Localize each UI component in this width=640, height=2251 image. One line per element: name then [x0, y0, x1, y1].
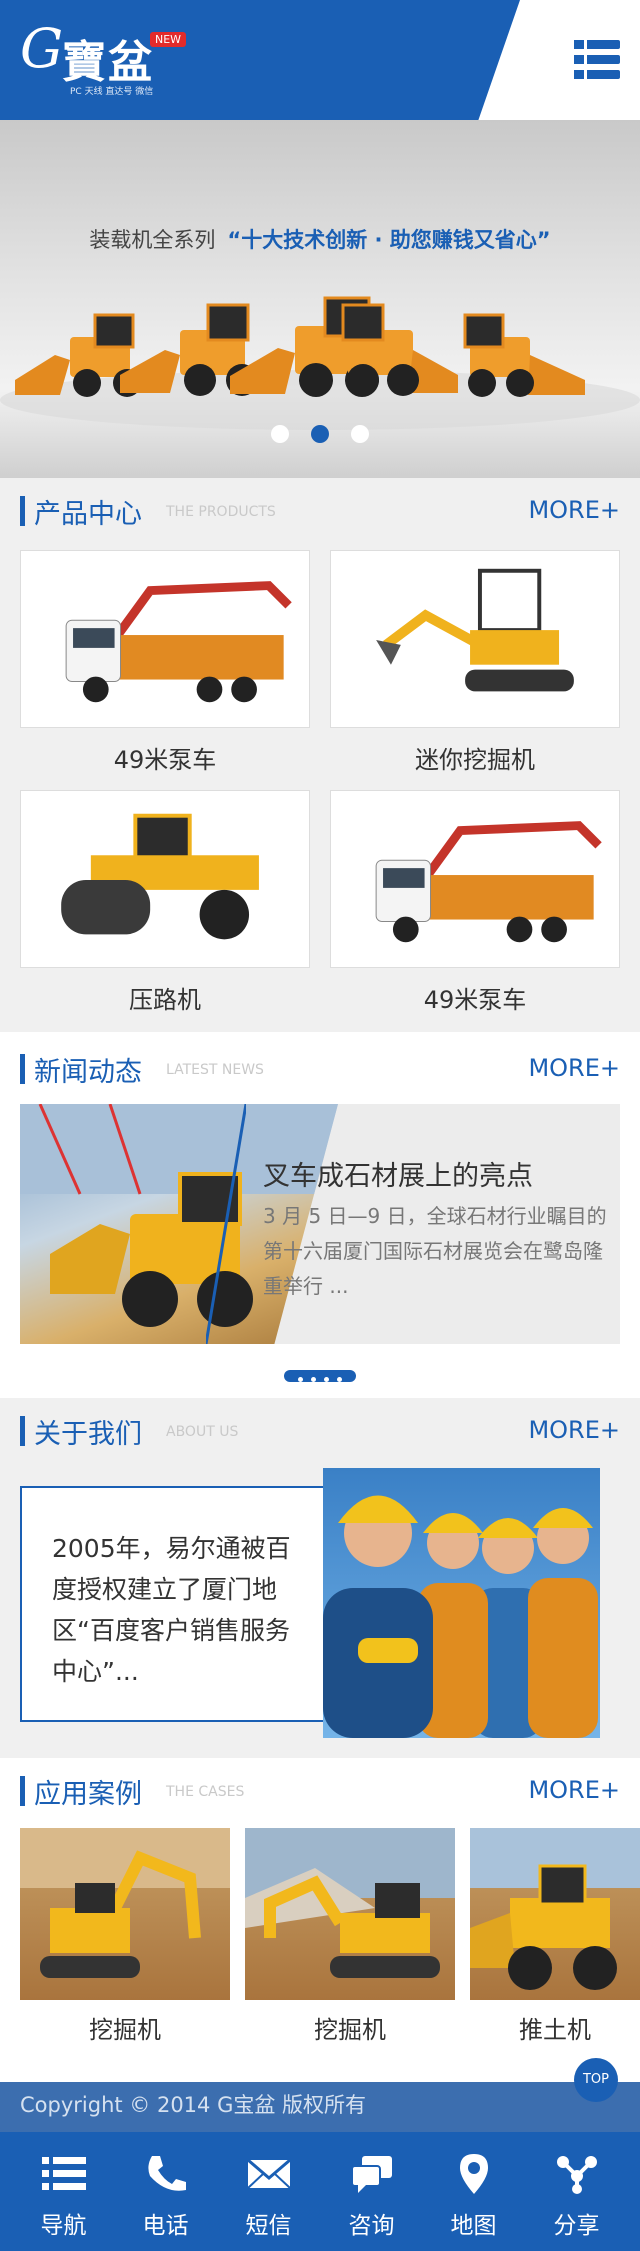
nav-item-guide[interactable]: 导航: [12, 2132, 115, 2251]
product-card[interactable]: [20, 550, 310, 728]
case-label: 挖掘机: [314, 2016, 386, 2044]
news-summary: 3 月 5 日—9 日，全球石材行业瞩目的第十六届厦门国际石材展览会在鹭岛隆重举…: [263, 1204, 607, 1298]
product-label: 压路机: [129, 986, 201, 1014]
cases-section: 应用案例 THE CASES MORE+ 挖掘机 挖掘机 推土机: [0, 1758, 640, 2082]
menu-icon[interactable]: [574, 40, 620, 80]
more-link[interactable]: MORE+: [528, 496, 620, 524]
workers-photo: [323, 1468, 600, 1738]
copyright: Copyright © 2014 G宝盆 版权所有: [0, 2082, 640, 2132]
section-subtitle: LATEST NEWS: [166, 1062, 264, 1078]
nav-label: 短信: [245, 2213, 292, 2239]
map-pin-icon: [460, 2154, 488, 2194]
more-link[interactable]: MORE+: [528, 1416, 620, 1444]
carousel-dots: [0, 425, 640, 447]
nav-label: 电话: [142, 2213, 189, 2239]
envelope-icon: [247, 2158, 291, 2189]
about-section: 关于我们 ABOUT US MORE+ 2005年，易尔通被百度授权建立了厦门地…: [0, 1398, 640, 1758]
logo-name: 寶盆: [62, 37, 154, 88]
nav-label: 咨询: [348, 2213, 395, 2239]
section-title: 产品中心: [34, 499, 142, 530]
share-icon: [557, 2156, 597, 2194]
section-title: 应用案例: [34, 1779, 142, 1810]
news-header: 新闻动态 LATEST NEWS MORE+: [20, 1050, 620, 1090]
list-icon: [42, 2157, 86, 2190]
new-badge: NEW: [150, 32, 187, 47]
section-title: 新闻动态: [34, 1057, 142, 1088]
header: G 寶盆 NEW PC 天线 直达号 微信: [0, 0, 640, 120]
pump-truck-image: [375, 821, 602, 943]
nav-item-consult[interactable]: 咨询: [320, 2132, 423, 2251]
cases-header: 应用案例 THE CASES MORE+: [20, 1772, 620, 1812]
products-section: 产品中心 THE PRODUCTS MORE+ 49米泵车 迷你挖掘机 压路机 …: [0, 478, 640, 1032]
nav-item-sms[interactable]: 短信: [217, 2132, 320, 2251]
section-subtitle: ABOUT US: [166, 1424, 239, 1440]
logo-subtitle: PC 天线 直达号 微信: [70, 87, 154, 97]
bulldozer-image: [470, 1828, 640, 1990]
product-label: 迷你挖掘机: [415, 746, 535, 774]
about-text: 2005年，易尔通被百度授权建立了厦门地区“百度客户销售服务中心”...: [52, 1534, 291, 1686]
back-to-top-button[interactable]: TOP: [574, 2058, 618, 2102]
case-card[interactable]: [245, 1828, 455, 2000]
products-header: 产品中心 THE PRODUCTS MORE+: [20, 492, 620, 532]
nav-item-phone[interactable]: 电话: [114, 2132, 217, 2251]
product-card[interactable]: [20, 790, 310, 968]
hero-banner[interactable]: 装载机全系列 “十大技术创新 · 助您赚钱又省心”: [0, 120, 640, 478]
more-link[interactable]: MORE+: [528, 1776, 620, 1804]
bottom-nav: 导航 电话 短信 咨询 地图 分享: [0, 2132, 640, 2251]
product-card[interactable]: [330, 550, 620, 728]
product-label: 49米泵车: [113, 746, 217, 774]
case-label: 挖掘机: [89, 2016, 161, 2044]
carousel-dot-active[interactable]: [311, 425, 329, 443]
news-card[interactable]: 叉车成石材展上的亮点 3 月 5 日—9 日，全球石材行业瞩目的第十六届厦门国际…: [20, 1104, 620, 1344]
news-headline[interactable]: 叉车成石材展上的亮点: [263, 1154, 533, 1193]
excavator-image: [20, 1828, 230, 1978]
nav-item-map[interactable]: 地图: [422, 2132, 525, 2251]
excavator-image: [245, 1828, 455, 1978]
news-section: 新闻动态 LATEST NEWS MORE+ 叉车成石材展上的亮点 3 月 5 …: [0, 1032, 640, 1398]
nav-label: 分享: [553, 2213, 600, 2239]
carousel-dot[interactable]: [351, 425, 369, 443]
nav-item-share[interactable]: 分享: [525, 2132, 628, 2251]
carousel-dot[interactable]: [271, 425, 289, 443]
pump-truck-image: [65, 581, 292, 703]
about-header: 关于我们 ABOUT US MORE+: [20, 1412, 620, 1452]
news-pager: [0, 1370, 640, 1389]
road-roller-image: [61, 813, 259, 940]
nav-label: 导航: [40, 2213, 87, 2239]
logo-letter: G: [20, 17, 64, 80]
case-card[interactable]: [470, 1828, 640, 2000]
case-card[interactable]: [20, 1828, 230, 2000]
case-label: 推土机: [519, 2016, 591, 2044]
nav-label: 地图: [450, 2213, 497, 2239]
section-title: 关于我们: [34, 1419, 142, 1450]
product-card[interactable]: [330, 790, 620, 968]
mini-excavator-image: [376, 568, 574, 692]
section-subtitle: THE PRODUCTS: [166, 504, 276, 520]
product-label: 49米泵车: [423, 986, 527, 1014]
chat-icon: [351, 2156, 392, 2193]
phone-icon: [148, 2156, 186, 2191]
more-link[interactable]: MORE+: [528, 1054, 620, 1082]
section-subtitle: THE CASES: [166, 1784, 245, 1800]
